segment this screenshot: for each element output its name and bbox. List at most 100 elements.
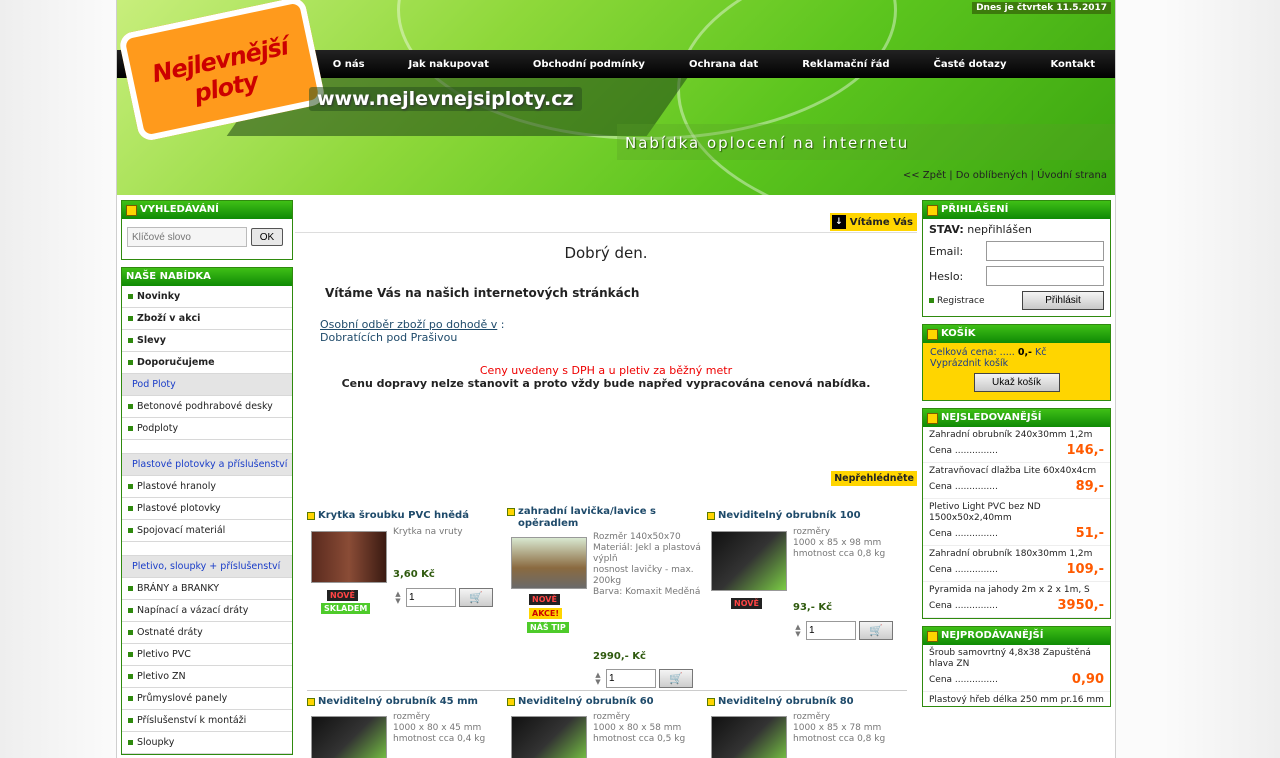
menu-item-recommended[interactable]: Doporučujeme [122, 352, 292, 374]
menu-item-mounting-accessories[interactable]: Příslušenství k montáži [122, 710, 292, 732]
badge-sale: AKCE! [529, 608, 563, 619]
list-item[interactable]: Zahradní obrubník 240x30mm 1,2m [923, 427, 1110, 441]
product-card: Neviditelný obrubník 60 rozměry 1000 x 8… [507, 696, 705, 758]
product-title[interactable]: Krytka šroubku PVC hnědá [318, 510, 469, 522]
login-button[interactable]: Přihlásit [1022, 291, 1104, 310]
product-desc: rozměry 1000 x 80 x 58 mm hmotnost cca 0… [593, 712, 686, 744]
back-link[interactable]: << Zpět [903, 170, 946, 181]
nav-terms[interactable]: Obchodní podmínky [511, 59, 667, 70]
menu-item-discounts[interactable]: Slevy [122, 330, 292, 352]
search-input[interactable] [127, 227, 247, 247]
nav-privacy[interactable]: Ochrana dat [667, 59, 780, 70]
product-title[interactable]: Neviditelný obrubník 80 [718, 696, 854, 708]
product-desc: Krytka na vruty [393, 527, 463, 537]
main-content: ↓ Vítáme Vás Dobrý den. Vítáme Vás na naš… [295, 200, 917, 758]
product-image[interactable] [311, 716, 387, 758]
cart-box: KOŠÍK Celková cena: ..... 0,- Kč Vyprázd… [922, 324, 1111, 401]
menu-item-fasteners[interactable]: Spojovací materiál [122, 520, 292, 542]
search-icon [126, 204, 137, 216]
search-button[interactable]: OK [251, 228, 283, 246]
document-icon [927, 630, 938, 642]
list-item[interactable]: Pyramida na jahody 2m x 2 x 1m, S [923, 582, 1110, 596]
menu-item-sale[interactable]: Zboží v akci [122, 308, 292, 330]
qty-stepper[interactable]: ▲ ▼ [393, 590, 403, 605]
pickup-place: Dobratících pod Prašivou [320, 331, 458, 344]
right-sidebar: PŘIHLÁŠENÍ STAV: nepřihlášen Email: Hesl… [922, 200, 1111, 714]
cart-total: 0,- [1017, 347, 1032, 358]
product-image[interactable] [711, 716, 787, 758]
top-links: << Zpět | Do oblíbených | Úvodní strana [902, 170, 1107, 181]
badge-new: NOVĚ [731, 598, 762, 609]
add-to-cart-button[interactable]: 🛒 [459, 588, 493, 607]
bullet-icon [507, 508, 515, 516]
menu-item-pvc-mesh[interactable]: Pletivo PVC [122, 644, 292, 666]
email-field[interactable] [986, 241, 1104, 261]
list-item[interactable]: Zatravňovací dlažba Lite 60x40x4cm [923, 463, 1110, 477]
nav-contact[interactable]: Kontakt [1028, 59, 1115, 70]
home-link[interactable]: Úvodní strana [1037, 170, 1107, 181]
favorites-link[interactable]: Do oblíbených [956, 170, 1028, 181]
quantity-input[interactable] [606, 669, 656, 688]
empty-cart-link[interactable]: Vyprázdnit košík [930, 358, 1103, 369]
menu-item-concrete-boards[interactable]: Betonové podhrabové desky [122, 396, 292, 418]
bullet-icon [507, 698, 515, 706]
product-price: 93,- Kč [793, 602, 833, 613]
welcome-panel: Dobrý den. Vítáme Vás na našich internet… [295, 232, 917, 462]
menu-item-underfences[interactable]: Podploty [122, 418, 292, 440]
menu-category-mesh[interactable]: Pletivo, sloupky + příslušenství [122, 556, 292, 578]
tagline: Nabídka oplocení na internetu [625, 134, 910, 152]
menu-item-gates[interactable]: BRÁNY a BRANKY [122, 578, 292, 600]
product-image[interactable] [711, 531, 787, 591]
product-image[interactable] [511, 716, 587, 758]
menu-item-posts[interactable]: Sloupky [122, 732, 292, 754]
quantity-input[interactable] [406, 588, 456, 607]
search-box: VYHLEDÁVÁNÍ OK [121, 200, 293, 260]
header: Dnes je čtvrtek 11.5.2017 O nás Jak naku… [117, 0, 1115, 195]
product-title[interactable]: zahradní lavička/lavice s opěradlem [518, 506, 705, 530]
offer-title: NAŠE NABÍDKA [126, 271, 211, 282]
product-desc: rozměry 1000 x 80 x 45 mm hmotnost cca 0… [393, 712, 486, 744]
nav-how-to-buy[interactable]: Jak nakupovat [387, 59, 511, 70]
badge-tip: NÁŠ TIP [527, 622, 569, 633]
add-to-cart-button[interactable]: 🛒 [659, 669, 693, 688]
product-card: Neviditelný obrubník 100 rozměry 1000 x … [707, 510, 905, 640]
nav-faq[interactable]: Časté dotazy [911, 59, 1028, 70]
qty-stepper[interactable]: ▲ ▼ [593, 671, 603, 686]
password-field[interactable] [986, 266, 1104, 286]
menu-item-barbed-wire[interactable]: Ostnaté dráty [122, 622, 292, 644]
qty-stepper[interactable]: ▲ ▼ [793, 623, 803, 638]
menu-category-plastic-boards[interactable]: Plastové plotovky a příslušenství [122, 454, 292, 476]
product-image[interactable] [311, 531, 387, 583]
list-item[interactable]: Šroub samovrtný 4,8x38 Zapuštěná hlava Z… [923, 645, 1110, 670]
menu-item-plastic-boards[interactable]: Plastové plotovky [122, 498, 292, 520]
menu-category-under-fence[interactable]: Pod Ploty [122, 374, 292, 396]
list-item[interactable]: Pletivo Light PVC bez ND 1500x50x2,40mm [923, 499, 1110, 524]
menu-item-tension-wires[interactable]: Napínací a vázací dráty [122, 600, 292, 622]
quantity-input[interactable] [806, 621, 856, 640]
pickup-link[interactable]: Osobní odběr zboží po dohodě v [320, 318, 497, 331]
product-image[interactable] [511, 537, 587, 589]
product-desc: rozměry 1000 x 85 x 98 mm hmotnost cca 0… [793, 527, 886, 559]
document-icon [927, 412, 938, 424]
offer-menu: NAŠE NABÍDKA Novinky Zboží v akci Slevy … [121, 267, 293, 755]
register-link[interactable]: Registrace [929, 296, 985, 306]
nav-complaints[interactable]: Reklamační řád [780, 59, 911, 70]
list-item[interactable]: Plastový hřeb délka 250 mm pr.16 mm [923, 692, 1110, 706]
menu-item-plastic-prisms[interactable]: Plastové hranoly [122, 476, 292, 498]
row-divider [307, 690, 907, 691]
show-cart-button[interactable]: Ukaž košík [973, 373, 1060, 392]
product-title[interactable]: Neviditelný obrubník 100 [718, 510, 861, 522]
product-card: Neviditelný obrubník 45 mm rozměry 1000 … [307, 696, 505, 758]
add-to-cart-button[interactable]: 🛒 [859, 621, 893, 640]
nav-about[interactable]: O nás [311, 59, 387, 70]
most-viewed-box: NEJSLEDOVANĚJŠÍ Zahradní obrubník 240x30… [922, 408, 1111, 619]
product-title[interactable]: Neviditelný obrubník 45 mm [318, 696, 478, 708]
menu-item-industrial-panels[interactable]: Průmyslové panely [122, 688, 292, 710]
login-status: nepřihlášen [967, 223, 1032, 236]
menu-item-news[interactable]: Novinky [122, 286, 292, 308]
menu-item-zn-mesh[interactable]: Pletivo ZN [122, 666, 292, 688]
product-title[interactable]: Neviditelný obrubník 60 [518, 696, 654, 708]
list-item[interactable]: Zahradní obrubník 180x30mm 1,2m [923, 546, 1110, 560]
key-icon [927, 204, 938, 216]
badge-new: NOVĚ [327, 590, 358, 601]
